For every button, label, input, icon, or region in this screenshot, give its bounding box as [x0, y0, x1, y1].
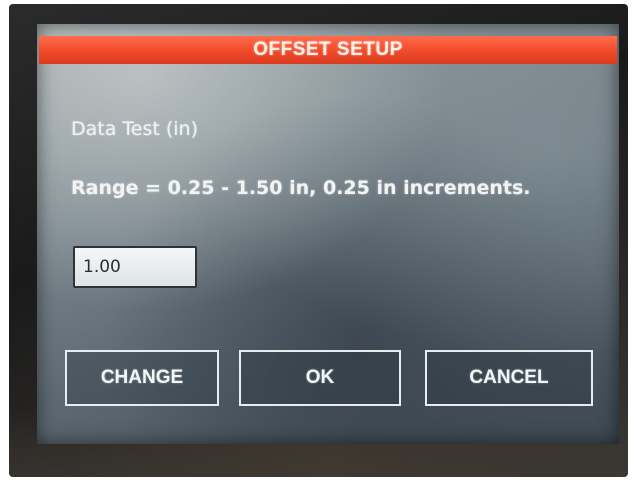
range-info-label: Range = 0.25 - 1.50 in, 0.25 in incremen…: [71, 177, 531, 199]
dialog-title: OFFSET SETUP: [253, 39, 403, 60]
device-screen: OFFSET SETUP Data Test (in) Range = 0.25…: [37, 24, 619, 444]
data-test-label: Data Test (in): [71, 118, 199, 140]
offset-value-field[interactable]: [73, 246, 197, 288]
change-button[interactable]: CHANGE: [65, 350, 219, 406]
cancel-button[interactable]: CANCEL: [425, 350, 593, 406]
ok-button[interactable]: OK: [239, 350, 401, 406]
dialog-title-bar: OFFSET SETUP: [39, 36, 617, 64]
device-frame: OFFSET SETUP Data Test (in) Range = 0.25…: [9, 4, 628, 477]
